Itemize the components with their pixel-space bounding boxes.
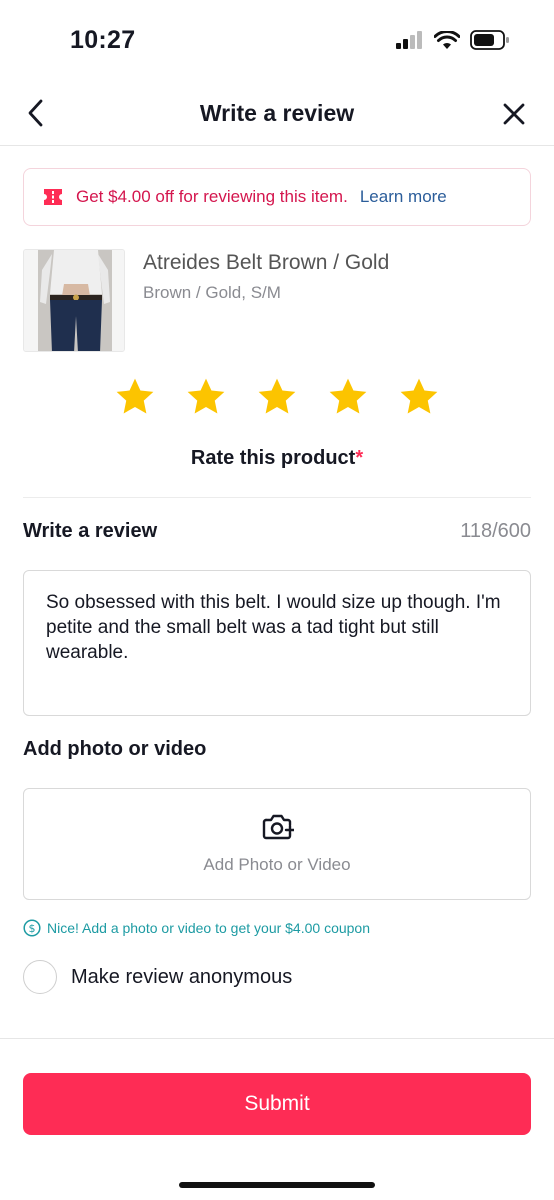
submit-button[interactable]: Submit — [23, 1073, 531, 1135]
star-5-icon[interactable] — [398, 376, 440, 418]
product-variant: Brown / Gold, S/M — [143, 283, 281, 302]
coupon-tip: $ Nice! Add a photo or video to get your… — [23, 919, 370, 937]
home-indicator — [179, 1182, 375, 1188]
product-summary: Atreides Belt Brown / Gold Brown / Gold,… — [23, 249, 531, 353]
star-1-icon[interactable] — [114, 376, 156, 418]
anonymous-radio[interactable] — [23, 960, 57, 994]
camera-plus-icon — [262, 814, 294, 840]
divider — [23, 497, 531, 498]
close-button[interactable] — [498, 98, 530, 130]
product-image — [23, 249, 125, 352]
nav-bar: Write a review — [0, 82, 554, 146]
svg-text:$: $ — [29, 922, 36, 935]
product-name: Atreides Belt Brown / Gold — [143, 251, 390, 274]
status-icons — [396, 30, 510, 50]
anonymous-option[interactable]: Make review anonymous — [23, 960, 292, 994]
review-heading: Write a review — [23, 520, 158, 542]
footer-divider — [0, 1038, 554, 1039]
battery-icon — [470, 30, 509, 50]
wifi-icon — [434, 30, 460, 49]
review-textarea[interactable]: So obsessed with this belt. I would size… — [23, 570, 531, 716]
coupon-ticket-icon — [44, 189, 62, 205]
learn-more-link[interactable]: Learn more — [360, 187, 447, 207]
media-heading: Add photo or video — [23, 738, 207, 760]
dollar-circle-icon: $ — [23, 919, 41, 937]
coupon-tip-text: Nice! Add a photo or video to get your $… — [47, 920, 371, 936]
status-time: 10:27 — [70, 26, 136, 54]
star-4-icon[interactable] — [327, 376, 369, 418]
promo-text: Get $4.00 off for reviewing this item. — [76, 187, 348, 206]
anonymous-label: Make review anonymous — [71, 965, 293, 988]
status-bar: 10:27 — [0, 0, 554, 82]
star-rating[interactable] — [114, 376, 440, 418]
rate-label: Rate this product* — [0, 447, 554, 470]
required-mark: * — [355, 447, 364, 469]
close-icon — [503, 103, 525, 125]
add-media-label: Add Photo or Video — [203, 855, 351, 874]
rate-label-text: Rate this product — [190, 447, 356, 469]
add-media-button[interactable]: Add Photo or Video — [23, 788, 531, 900]
star-2-icon[interactable] — [185, 376, 227, 418]
cellular-signal-icon — [396, 31, 422, 49]
promo-banner: Get $4.00 off for reviewing this item. L… — [23, 168, 531, 226]
star-3-icon[interactable] — [256, 376, 298, 418]
page-title: Write a review — [199, 100, 355, 126]
character-count: 118/600 — [460, 520, 531, 542]
